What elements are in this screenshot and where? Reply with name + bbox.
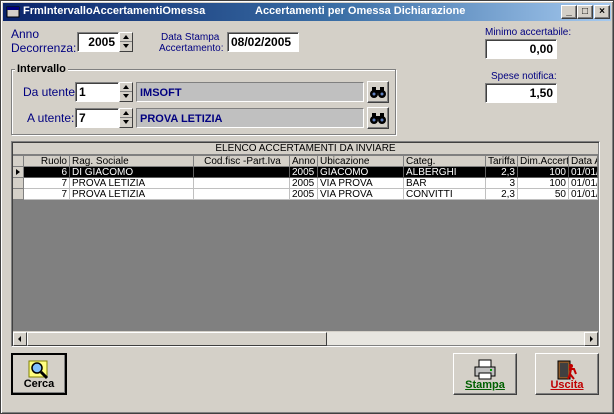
title-bar[interactable]: FrmIntervalloAccertamentiOmessa Accertam…: [3, 3, 611, 21]
arrow-right-icon: [590, 336, 593, 342]
spin-up-arrow[interactable]: [120, 109, 132, 118]
cell-anno: 2005: [290, 178, 318, 189]
cell-tariffa: 2,3: [486, 189, 518, 200]
cell-categ: BAR: [404, 178, 486, 189]
cell-ruolo: 7: [24, 189, 70, 200]
col-header-cod-fisc[interactable]: Cod.fisc -Part.Iva: [194, 156, 290, 167]
cell-cod-fisc: [194, 189, 290, 200]
a-utente-name: PROVA LETIZIA: [136, 108, 364, 128]
accertamenti-grid[interactable]: ELENCO ACCERTAMENTI DA INVIARE Ruolo Rag…: [11, 141, 600, 347]
spese-input[interactable]: 1,50: [485, 83, 557, 103]
da-utente-spinner[interactable]: [119, 82, 133, 102]
uscita-button[interactable]: Uscita: [535, 353, 599, 395]
spin-up-arrow[interactable]: [120, 83, 132, 92]
col-header-rag-sociale[interactable]: Rag. Sociale: [70, 156, 194, 167]
form-name: FrmIntervalloAccertamentiOmessa: [23, 5, 206, 17]
data-stampa-label-line1: Data Stampa: [161, 32, 220, 43]
a-utente-label: A utente:: [27, 111, 75, 125]
grid-horizontal-scrollbar[interactable]: [13, 331, 598, 346]
spese-label: Spese notifica:: [491, 71, 557, 82]
anno-label-line2: Decorrenza:: [11, 41, 77, 55]
cell-tariffa: 2,3: [486, 167, 518, 178]
minimize-button[interactable]: _: [561, 5, 577, 19]
cell-data-accert: 01/01/20: [569, 178, 598, 189]
cell-dim-accert: 100: [518, 167, 569, 178]
row-selector[interactable]: [13, 178, 24, 189]
a-utente-spinner[interactable]: [119, 108, 133, 128]
col-header-dim-accert[interactable]: Dim.Accert.: [518, 156, 569, 167]
cell-cod-fisc: [194, 178, 290, 189]
anno-label-line1: Anno: [11, 27, 40, 41]
cell-anno: 2005: [290, 189, 318, 200]
cell-dim-accert: 100: [518, 178, 569, 189]
app-icon: [6, 6, 20, 18]
cerca-button[interactable]: Cerca: [11, 353, 67, 395]
da-utente-find-button[interactable]: [367, 81, 389, 103]
intervallo-title: Intervallo: [15, 63, 68, 75]
data-stampa-input[interactable]: 08/02/2005: [227, 32, 299, 52]
da-utente-name: IMSOFT: [136, 82, 364, 102]
col-header-anno[interactable]: Anno: [290, 156, 318, 167]
table-row[interactable]: 7 PROVA LETIZIA 2005 VIA PROVA CONVITTI …: [13, 189, 598, 200]
scroll-right-button[interactable]: [584, 332, 598, 346]
cell-data-accert: 01/01/20: [569, 189, 598, 200]
cell-cod-fisc: [194, 167, 290, 178]
cell-tariffa: 3: [486, 178, 518, 189]
cell-rag-sociale: PROVA LETIZIA: [70, 178, 194, 189]
a-utente-input[interactable]: 7: [75, 108, 119, 128]
spin-down-arrow[interactable]: [120, 118, 132, 127]
col-header-ubicazione[interactable]: Ubicazione: [318, 156, 404, 167]
cell-ubicazione: GIACOMO: [318, 167, 404, 178]
cell-ruolo: 6: [24, 167, 70, 178]
cell-dim-accert: 50: [518, 189, 569, 200]
uscita-label: Uscita: [550, 379, 584, 391]
da-utente-label: Da utente:: [23, 85, 79, 99]
app-window: FrmIntervalloAccertamentiOmessa Accertam…: [0, 0, 614, 414]
cell-rag-sociale: DI GIACOMO: [70, 167, 194, 178]
binoculars-icon: [370, 113, 386, 124]
close-button[interactable]: ×: [594, 5, 610, 19]
anno-input[interactable]: 2005: [77, 32, 119, 52]
minimo-input[interactable]: 0,00: [485, 39, 557, 59]
col-header-tariffa[interactable]: Tariffa: [486, 156, 518, 167]
anno-spinner[interactable]: [119, 32, 133, 52]
grid-corner: [13, 156, 24, 167]
spin-down-arrow[interactable]: [120, 92, 132, 101]
cell-data-accert: 01/01/20: [569, 167, 598, 178]
row-selector[interactable]: [13, 189, 24, 200]
minimo-label: Minimo accertabile:: [485, 27, 572, 38]
cell-ubicazione: VIA PROVA: [318, 178, 404, 189]
cerca-label: Cerca: [23, 378, 55, 390]
col-header-ruolo[interactable]: Ruolo: [24, 156, 70, 167]
table-row[interactable]: 7 PROVA LETIZIA 2005 VIA PROVA BAR 3 100…: [13, 178, 598, 189]
da-utente-input[interactable]: 1: [75, 82, 119, 102]
col-header-data-accert[interactable]: Data Acce: [569, 156, 598, 167]
spin-up-arrow[interactable]: [120, 33, 132, 42]
table-row[interactable]: 6 DI GIACOMO 2005 GIACOMO ALBERGHI 2,3 1…: [13, 167, 598, 178]
stampa-label: Stampa: [465, 379, 505, 391]
cell-ruolo: 7: [24, 178, 70, 189]
arrow-left-icon: [18, 336, 21, 342]
cell-anno: 2005: [290, 167, 318, 178]
cell-categ: ALBERGHI: [404, 167, 486, 178]
cell-categ: CONVITTI: [404, 189, 486, 200]
scroll-thumb[interactable]: [27, 332, 327, 346]
data-stampa-label-line2: Accertamento:: [159, 43, 224, 54]
stampa-button[interactable]: Stampa: [453, 353, 517, 395]
window-title: Accertamenti per Omessa Dichiarazione: [255, 5, 466, 17]
col-header-categ[interactable]: Categ.: [404, 156, 486, 167]
grid-caption: ELENCO ACCERTAMENTI DA INVIARE: [13, 143, 598, 155]
scroll-left-button[interactable]: [13, 332, 27, 346]
cell-ubicazione: VIA PROVA: [318, 189, 404, 200]
binoculars-icon: [370, 87, 386, 98]
maximize-button[interactable]: □: [577, 5, 593, 19]
a-utente-find-button[interactable]: [367, 107, 389, 129]
cell-rag-sociale: PROVA LETIZIA: [70, 189, 194, 200]
spin-down-arrow[interactable]: [120, 42, 132, 51]
row-selector-arrow-icon[interactable]: [13, 167, 24, 178]
